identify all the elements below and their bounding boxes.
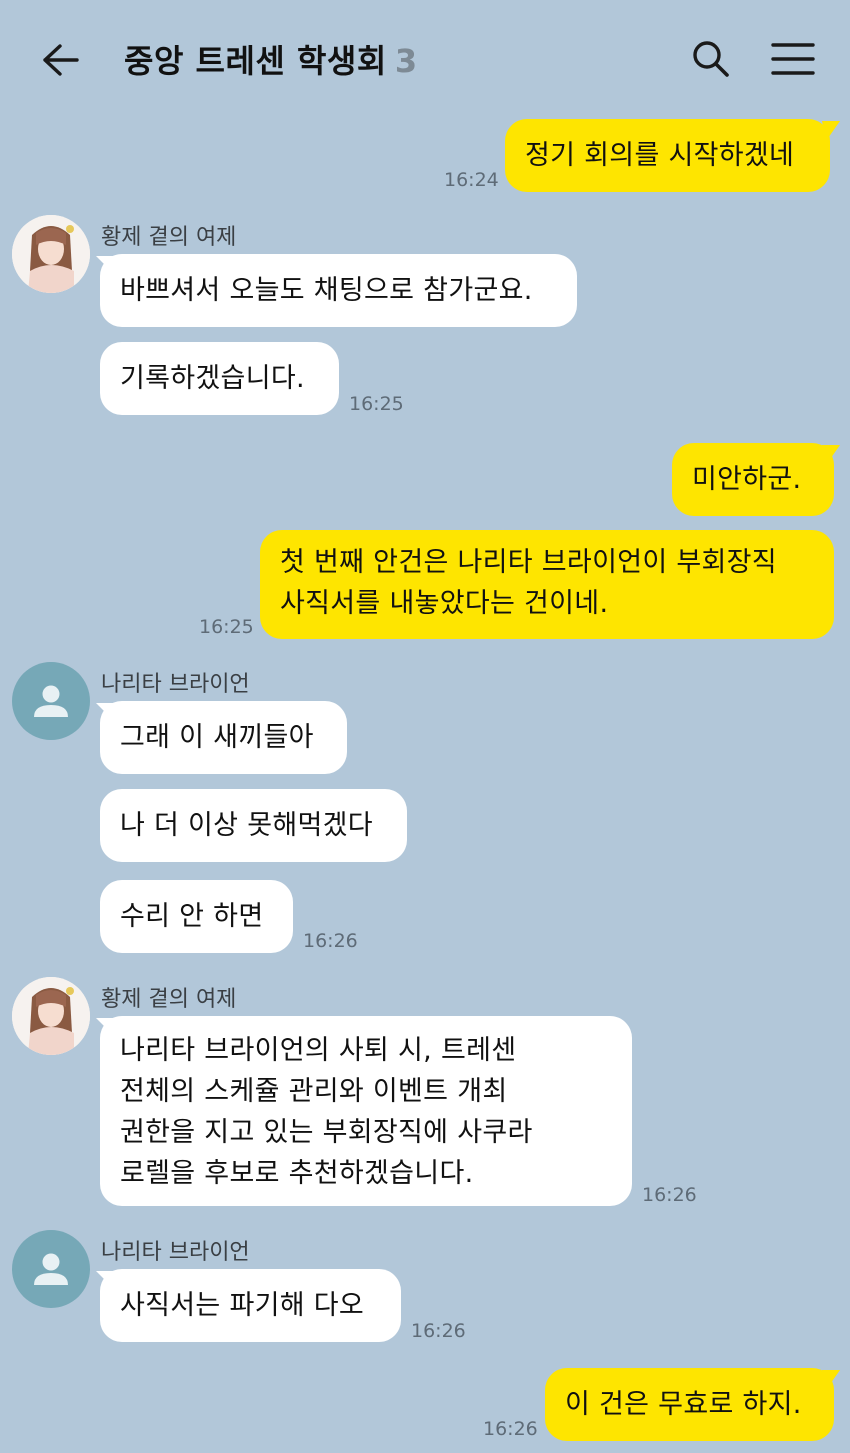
bubble-tail bbox=[822, 1370, 840, 1390]
received-message-bubble[interactable]: 나 더 이상 못해먹겠다 bbox=[100, 789, 407, 862]
sender-name: 나리타 브라이언 bbox=[101, 672, 250, 697]
message-time: 16:26 bbox=[642, 1184, 697, 1206]
bubble-tail bbox=[822, 121, 840, 141]
message-time: 16:25 bbox=[199, 616, 254, 638]
message-text-line: 사직서를 내놓았다는 건이네. bbox=[280, 588, 609, 619]
message-time: 16:26 bbox=[303, 930, 358, 952]
menu-button[interactable] bbox=[770, 38, 816, 80]
message-text-line: 로렐을 후보로 추천하겠습니다. bbox=[120, 1158, 474, 1189]
received-message-bubble[interactable]: 그래 이 새끼들아 bbox=[100, 701, 347, 774]
message-text-line: 나리타 브라이언의 사퇴 시, 트레센 bbox=[120, 1035, 517, 1066]
message-text: 나 더 이상 못해먹겠다 bbox=[120, 810, 373, 841]
message-text: 이 건은 무효로 하지. bbox=[565, 1389, 802, 1420]
received-message-bubble[interactable]: 수리 안 하면 bbox=[100, 880, 293, 953]
message-text: 수리 안 하면 bbox=[120, 901, 264, 932]
my-message-bubble[interactable]: 이 건은 무효로 하지. bbox=[545, 1368, 834, 1441]
avatar[interactable] bbox=[12, 977, 90, 1055]
chat-title: 중앙 트레센 학생회 3 bbox=[124, 36, 418, 82]
my-message-bubble[interactable]: 미안하군. bbox=[672, 443, 834, 516]
received-message-bubble[interactable]: 바쁘셔서 오늘도 채팅으로 참가군요. bbox=[100, 254, 577, 327]
my-message-bubble[interactable]: 정기 회의를 시작하겠네 bbox=[505, 119, 830, 192]
message-time: 16:26 bbox=[411, 1320, 466, 1342]
message-time: 16:24 bbox=[444, 169, 499, 191]
message-text: 그래 이 새끼들아 bbox=[120, 722, 314, 753]
hamburger-menu-icon bbox=[771, 43, 815, 75]
received-message-bubble[interactable]: 기록하겠습니다. bbox=[100, 342, 339, 415]
chat-room-name: 중앙 트레센 학생회 bbox=[124, 42, 387, 80]
message-text: 바쁘셔서 오늘도 채팅으로 참가군요. bbox=[120, 275, 533, 306]
search-icon bbox=[693, 41, 729, 77]
sender-name: 황제 곁의 여제 bbox=[101, 225, 237, 250]
my-message-bubble[interactable]: 첫 번째 안건은 나리타 브라이언이 부회장직 사직서를 내놓았다는 건이네. bbox=[260, 530, 834, 639]
profile-photo-icon bbox=[12, 215, 90, 293]
person-icon bbox=[34, 1253, 68, 1285]
received-message-bubble[interactable]: 사직서는 파기해 다오 bbox=[100, 1269, 401, 1342]
message-text-line: 전체의 스케쥴 관리와 이벤트 개최 bbox=[120, 1076, 508, 1107]
bubble-tail bbox=[822, 445, 840, 465]
message-text-line: 권한을 지고 있는 부회장직에 사쿠라 bbox=[120, 1117, 533, 1148]
message-text: 정기 회의를 시작하겠네 bbox=[525, 140, 795, 171]
received-message-bubble[interactable]: 나리타 브라이언의 사퇴 시, 트레센 전체의 스케쥴 관리와 이벤트 개최 권… bbox=[100, 1016, 632, 1206]
message-text-line: 첫 번째 안건은 나리타 브라이언이 부회장직 bbox=[280, 547, 777, 578]
message-text: 사직서는 파기해 다오 bbox=[120, 1290, 365, 1321]
avatar[interactable] bbox=[12, 1230, 90, 1308]
member-count: 3 bbox=[394, 42, 418, 80]
sender-name: 황제 곁의 여제 bbox=[101, 987, 237, 1012]
back-button[interactable] bbox=[38, 38, 82, 82]
profile-photo-icon bbox=[12, 977, 90, 1055]
message-text: 미안하군. bbox=[692, 464, 802, 495]
avatar[interactable] bbox=[12, 662, 90, 740]
avatar[interactable] bbox=[12, 215, 90, 293]
person-icon bbox=[34, 685, 68, 717]
sender-name: 나리타 브라이언 bbox=[101, 1240, 250, 1265]
chat-header: 중앙 트레센 학생회 3 bbox=[0, 0, 850, 118]
message-time: 16:26 bbox=[483, 1418, 538, 1440]
message-text: 기록하겠습니다. bbox=[120, 363, 305, 394]
message-time: 16:25 bbox=[349, 393, 404, 415]
search-button[interactable] bbox=[688, 36, 734, 82]
arrow-left-icon bbox=[43, 44, 79, 76]
